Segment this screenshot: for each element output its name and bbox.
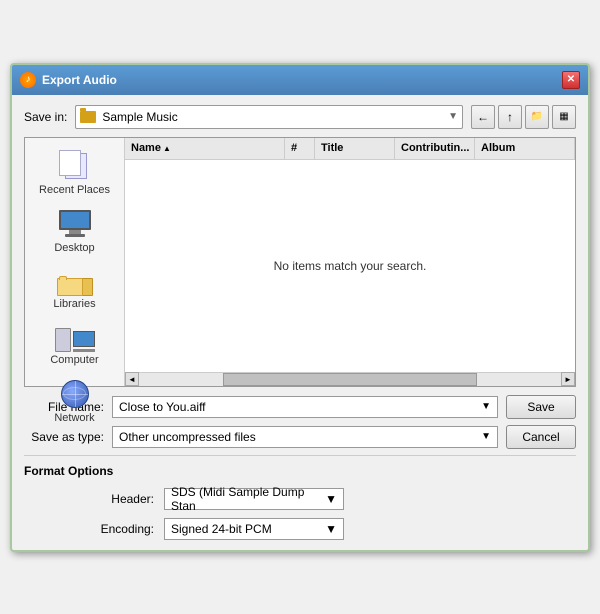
folder-dropdown-arrow: ▼ — [448, 111, 458, 122]
savetype-input[interactable]: Other uncompressed files ▼ — [112, 426, 498, 448]
save-button[interactable]: Save — [506, 395, 576, 419]
header-value: SDS (Midi Sample Dump Stan — [171, 485, 325, 513]
file-list-header: Name ▲ # Title Contributin... Album — [125, 138, 575, 160]
format-options-title: Format Options — [24, 464, 576, 478]
sidebar-item-label: Recent Places — [39, 184, 110, 196]
recent-places-icon — [55, 150, 95, 182]
new-folder-icon: 📁 — [531, 111, 543, 122]
title-bar: ♪ Export Audio ✕ — [12, 65, 588, 95]
folder-selector[interactable]: Sample Music ▼ — [75, 105, 463, 129]
filename-input[interactable]: Close to You.aiff ▼ — [112, 396, 498, 418]
folder-icon — [80, 111, 96, 123]
column-header-number[interactable]: # — [285, 138, 315, 159]
filename-dropdown-arrow: ▼ — [481, 401, 491, 412]
desktop-icon — [55, 208, 95, 240]
back-icon: ← — [477, 110, 489, 124]
scroll-right-arrow[interactable]: ► — [561, 372, 575, 386]
header-label: Header: — [84, 492, 154, 506]
dialog-body: Save in: Sample Music ▼ ← ↑ 📁 ▦ — [12, 95, 588, 550]
empty-message: No items match your search. — [274, 259, 427, 273]
computer-icon — [55, 322, 95, 352]
title-bar-left: ♪ Export Audio — [20, 72, 117, 88]
column-header-album[interactable]: Album — [475, 138, 575, 159]
encoding-value: Signed 24-bit PCM — [171, 522, 272, 536]
new-folder-button[interactable]: 📁 — [525, 105, 549, 129]
header-row: Header: SDS (Midi Sample Dump Stan ▼ — [84, 488, 576, 510]
filename-value: Close to You.aiff — [119, 400, 206, 414]
encoding-dropdown-arrow: ▼ — [325, 522, 337, 536]
column-header-name[interactable]: Name ▲ — [125, 138, 285, 159]
savetype-dropdown-arrow: ▼ — [481, 431, 491, 442]
libraries-icon — [57, 266, 93, 296]
sidebar-item-computer[interactable]: Computer — [35, 318, 115, 370]
save-in-row: Save in: Sample Music ▼ ← ↑ 📁 ▦ — [24, 105, 576, 129]
header-dropdown-arrow: ▼ — [325, 492, 337, 506]
dialog-title: Export Audio — [42, 73, 117, 87]
file-list-content: No items match your search. — [125, 160, 575, 372]
app-icon: ♪ — [20, 72, 36, 88]
current-folder-text: Sample Music — [102, 110, 448, 124]
sidebar: Recent Places Desktop — [25, 138, 125, 386]
views-icon: ▦ — [559, 111, 568, 122]
sidebar-item-recent-places[interactable]: Recent Places — [35, 146, 115, 200]
encoding-label: Encoding: — [84, 522, 154, 536]
sidebar-item-label: Desktop — [54, 242, 94, 254]
save-in-label: Save in: — [24, 110, 67, 124]
views-button[interactable]: ▦ — [552, 105, 576, 129]
savetype-row: Save as type: Other uncompressed files ▼… — [24, 425, 576, 449]
sidebar-item-desktop[interactable]: Desktop — [35, 204, 115, 258]
format-options-section: Format Options Header: SDS (Midi Sample … — [24, 455, 576, 540]
sort-arrow: ▲ — [163, 144, 171, 153]
sidebar-item-label: Libraries — [53, 298, 95, 310]
format-rows: Header: SDS (Midi Sample Dump Stan ▼ Enc… — [24, 488, 576, 540]
up-icon: ↑ — [507, 110, 513, 124]
savetype-value: Other uncompressed files — [119, 430, 256, 444]
file-list-area: Name ▲ # Title Contributin... Album — [125, 138, 575, 386]
header-select[interactable]: SDS (Midi Sample Dump Stan ▼ — [164, 488, 344, 510]
scroll-thumb[interactable] — [223, 373, 476, 386]
main-area: Recent Places Desktop — [24, 137, 576, 387]
up-button[interactable]: ↑ — [498, 105, 522, 129]
cancel-button[interactable]: Cancel — [506, 425, 576, 449]
scroll-track[interactable] — [139, 373, 561, 386]
scroll-left-arrow[interactable]: ◄ — [125, 372, 139, 386]
back-button[interactable]: ← — [471, 105, 495, 129]
export-audio-dialog: ♪ Export Audio ✕ Save in: Sample Music ▼… — [10, 63, 590, 552]
column-header-title[interactable]: Title — [315, 138, 395, 159]
encoding-select[interactable]: Signed 24-bit PCM ▼ — [164, 518, 344, 540]
sidebar-item-libraries[interactable]: Libraries — [35, 262, 115, 314]
column-header-contributing[interactable]: Contributin... — [395, 138, 475, 159]
nav-buttons: ← ↑ 📁 ▦ — [471, 105, 576, 129]
sidebar-item-label: Computer — [50, 354, 98, 366]
horizontal-scrollbar[interactable]: ◄ ► — [125, 372, 575, 386]
savetype-label: Save as type: — [24, 430, 104, 444]
encoding-row: Encoding: Signed 24-bit PCM ▼ — [84, 518, 576, 540]
close-button[interactable]: ✕ — [562, 71, 580, 89]
